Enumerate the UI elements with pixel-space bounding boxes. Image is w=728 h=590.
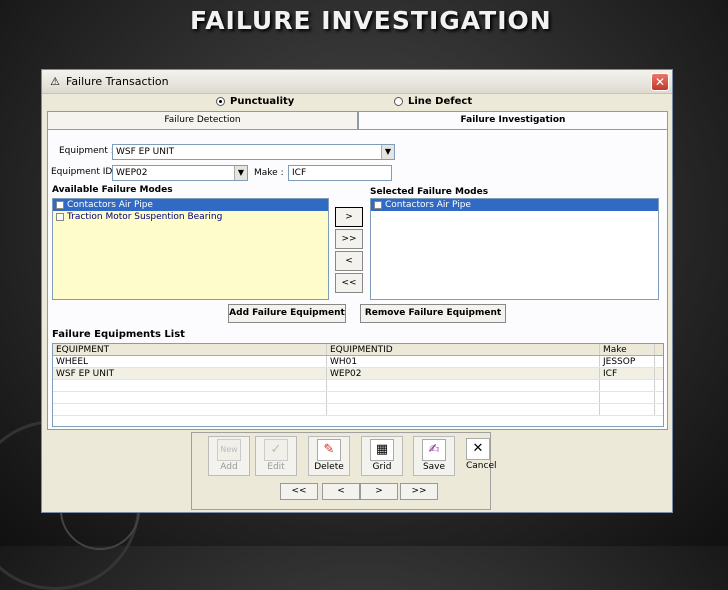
tab-failure-detection[interactable]: Failure Detection: [47, 111, 358, 129]
add-one-button[interactable]: >: [335, 207, 363, 227]
window-titlebar[interactable]: ⚠ Failure Transaction: [42, 70, 672, 94]
equipment-select-value: WSF EP UNIT: [116, 147, 175, 157]
equipment-id-label: Equipment ID :: [51, 167, 119, 177]
radio-punctuality-label: Punctuality: [230, 96, 295, 107]
grid-button-label: Grid: [372, 462, 392, 472]
column-header[interactable]: Make: [600, 344, 655, 355]
remove-all-button[interactable]: <<: [335, 273, 363, 293]
eraser-icon: ✎: [317, 439, 341, 461]
window-title: Failure Transaction: [66, 75, 169, 88]
failure-equipments-grid[interactable]: EQUIPMENT EQUIPMENTID Make WHEEL WH01 JE…: [52, 343, 664, 427]
table-cell: WSF EP UNIT: [53, 368, 327, 379]
cancel-button-label: Cancel: [466, 461, 497, 471]
mode-radio-group: Punctuality Line Defect: [210, 94, 532, 111]
table-cell: ICF: [600, 368, 655, 379]
table-cell: WEP02: [327, 368, 600, 379]
app-icon: ⚠: [50, 74, 60, 88]
tab-bar: Failure Detection Failure Investigation: [47, 111, 668, 130]
cancel-icon: ✕: [466, 438, 490, 460]
table-row[interactable]: WHEEL WH01 JESSOP: [53, 356, 663, 368]
delete-button-label: Delete: [314, 462, 344, 472]
cancel-button[interactable]: ✕ Cancel: [466, 436, 497, 476]
checkbox[interactable]: [56, 213, 64, 221]
radio-dot: [394, 97, 403, 106]
failure-equipments-list-heading: Failure Equipments List: [52, 329, 185, 340]
list-item-label: Contactors Air Pipe: [385, 200, 471, 210]
table-row[interactable]: WSF EP UNIT WEP02 ICF: [53, 368, 663, 380]
selected-failure-modes-list[interactable]: Contactors Air Pipe: [370, 198, 659, 300]
chevron-down-icon[interactable]: ▼: [381, 145, 394, 159]
delete-button[interactable]: ✎ Delete: [308, 436, 350, 476]
list-item-label: Traction Motor Suspention Bearing: [67, 212, 223, 222]
table-row-empty: [53, 404, 663, 416]
edit-button[interactable]: ✓ Edit: [255, 436, 297, 476]
save-button[interactable]: ✍ Save: [413, 436, 455, 476]
table-row-empty: [53, 380, 663, 392]
equipment-label: Equipment :: [59, 146, 114, 156]
available-failure-modes-list[interactable]: Contactors Air Pipe Traction Motor Suspe…: [52, 198, 329, 300]
column-header[interactable]: EQUIPMENT: [53, 344, 327, 355]
add-button-label: Add: [220, 462, 238, 472]
make-field[interactable]: ICF: [288, 165, 392, 181]
table-cell: WHEEL: [53, 356, 327, 367]
save-button-label: Save: [422, 462, 446, 472]
tab-failure-investigation[interactable]: Failure Investigation: [358, 111, 668, 130]
checkbox[interactable]: [374, 201, 382, 209]
list-item[interactable]: Contactors Air Pipe: [371, 199, 658, 211]
make-label: Make :: [254, 168, 284, 178]
failure-transaction-window: ⚠ Failure Transaction ✕ Punctuality Line…: [41, 69, 673, 513]
table-row-empty: [53, 392, 663, 404]
grid-header-row: EQUIPMENT EQUIPMENTID Make: [53, 344, 663, 356]
slide-title: Failure Investigation: [190, 6, 552, 35]
save-icon: ✍: [422, 439, 446, 461]
add-all-button[interactable]: >>: [335, 229, 363, 249]
selected-failure-modes-heading: Selected Failure Modes: [370, 187, 489, 197]
available-failure-modes-heading: Available Failure Modes: [52, 185, 173, 195]
chevron-down-icon[interactable]: ▼: [234, 166, 247, 180]
nav-first-button[interactable]: <<: [280, 483, 318, 500]
checkbox[interactable]: [56, 201, 64, 209]
list-item[interactable]: Contactors Air Pipe: [53, 199, 328, 211]
radio-line-defect[interactable]: Line Defect: [394, 96, 472, 107]
nav-next-button[interactable]: >: [360, 483, 398, 500]
add-button[interactable]: New Add: [208, 436, 250, 476]
equipment-id-select[interactable]: WEP02 ▼: [112, 165, 248, 181]
new-icon: New: [217, 439, 241, 461]
grid-icon: ▦: [370, 439, 394, 461]
grid-button[interactable]: ▦ Grid: [361, 436, 403, 476]
list-item-label: Contactors Air Pipe: [67, 200, 153, 210]
table-cell: WH01: [327, 356, 600, 367]
table-cell: JESSOP: [600, 356, 655, 367]
edit-button-label: Edit: [267, 462, 285, 472]
check-icon: ✓: [264, 439, 288, 461]
remove-one-button[interactable]: <: [335, 251, 363, 271]
add-failure-equipment-button[interactable]: Add Failure Equipment: [228, 304, 346, 323]
radio-line-defect-label: Line Defect: [408, 96, 473, 107]
equipment-select[interactable]: WSF EP UNIT ▼: [112, 144, 395, 160]
equipment-id-value: WEP02: [116, 168, 148, 178]
nav-last-button[interactable]: >>: [400, 483, 438, 500]
list-item[interactable]: Traction Motor Suspention Bearing: [53, 211, 328, 223]
remove-failure-equipment-button[interactable]: Remove Failure Equipment: [360, 304, 506, 323]
column-header[interactable]: EQUIPMENTID: [327, 344, 600, 355]
failure-investigation-panel: Equipment : WSF EP UNIT ▼ Equipment ID :…: [47, 129, 668, 430]
close-button[interactable]: ✕: [651, 73, 669, 91]
nav-prev-button[interactable]: <: [322, 483, 360, 500]
radio-dot-selected: [216, 97, 225, 106]
radio-punctuality[interactable]: Punctuality: [216, 96, 294, 107]
record-toolbar: New Add ✓ Edit ✎ Delete ▦ Grid ✍ Save ✕ …: [191, 432, 497, 510]
